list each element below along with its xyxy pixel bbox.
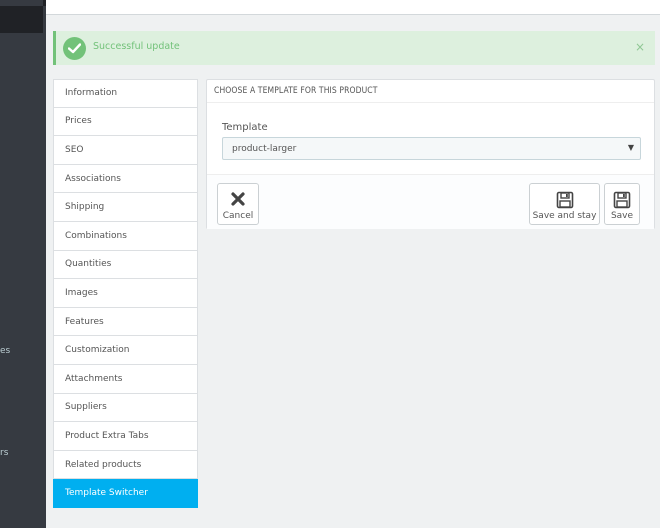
main-sidebar: es rs	[0, 0, 46, 528]
tab-information[interactable]: Information	[53, 79, 198, 108]
save-button[interactable]: Save	[604, 183, 640, 225]
cancel-label: Cancel	[222, 211, 254, 221]
close-icon[interactable]: ×	[635, 40, 645, 54]
tab-features[interactable]: Features	[53, 307, 198, 337]
save-and-stay-label: Save and stay	[532, 211, 597, 221]
panel-title: CHOOSE A TEMPLATE FOR THIS PRODUCT	[207, 80, 654, 103]
tab-customization[interactable]: Customization	[53, 336, 198, 365]
tab-prices[interactable]: Prices	[53, 107, 198, 137]
alert-message: Successful update	[93, 41, 180, 52]
tab-combinations[interactable]: Combinations	[53, 221, 198, 251]
template-select[interactable]: product-larger ▼	[222, 137, 641, 160]
panel-footer: Cancel Save and stay Save	[207, 174, 654, 229]
tab-suppliers[interactable]: Suppliers	[53, 393, 198, 423]
template-select-value: product-larger	[232, 144, 297, 154]
tab-product-extra-tabs[interactable]: Product Extra Tabs	[53, 422, 198, 451]
tab-template-switcher[interactable]: Template Switcher	[53, 479, 198, 508]
tab-related-products[interactable]: Related products	[53, 450, 198, 480]
template-panel: CHOOSE A TEMPLATE FOR THIS PRODUCT Templ…	[206, 79, 655, 229]
check-circle-icon	[63, 37, 86, 60]
success-alert: Successful update ×	[53, 31, 655, 65]
product-tabs: Information Prices SEO Associations Shipping…	[53, 79, 198, 508]
template-label: Template	[222, 122, 268, 133]
tab-shipping[interactable]: Shipping	[53, 193, 198, 222]
tab-attachments[interactable]: Attachments	[53, 364, 198, 394]
sidebar-item-label-cut[interactable]: rs	[0, 448, 8, 458]
tab-images[interactable]: Images	[53, 279, 198, 308]
save-label: Save	[610, 211, 634, 221]
floppy-disk-icon	[613, 191, 631, 209]
tab-quantities[interactable]: Quantities	[53, 250, 198, 280]
close-icon	[230, 191, 246, 209]
caret-down-icon: ▼	[627, 143, 634, 152]
save-and-stay-button[interactable]: Save and stay	[529, 183, 600, 225]
tab-seo[interactable]: SEO	[53, 136, 198, 165]
floppy-disk-icon	[556, 191, 574, 209]
sidebar-item-label-cut[interactable]: es	[0, 346, 10, 356]
cancel-button[interactable]: Cancel	[217, 183, 259, 225]
tab-associations[interactable]: Associations	[53, 164, 198, 194]
top-header	[46, 0, 660, 15]
sidebar-active-item[interactable]	[0, 6, 43, 33]
